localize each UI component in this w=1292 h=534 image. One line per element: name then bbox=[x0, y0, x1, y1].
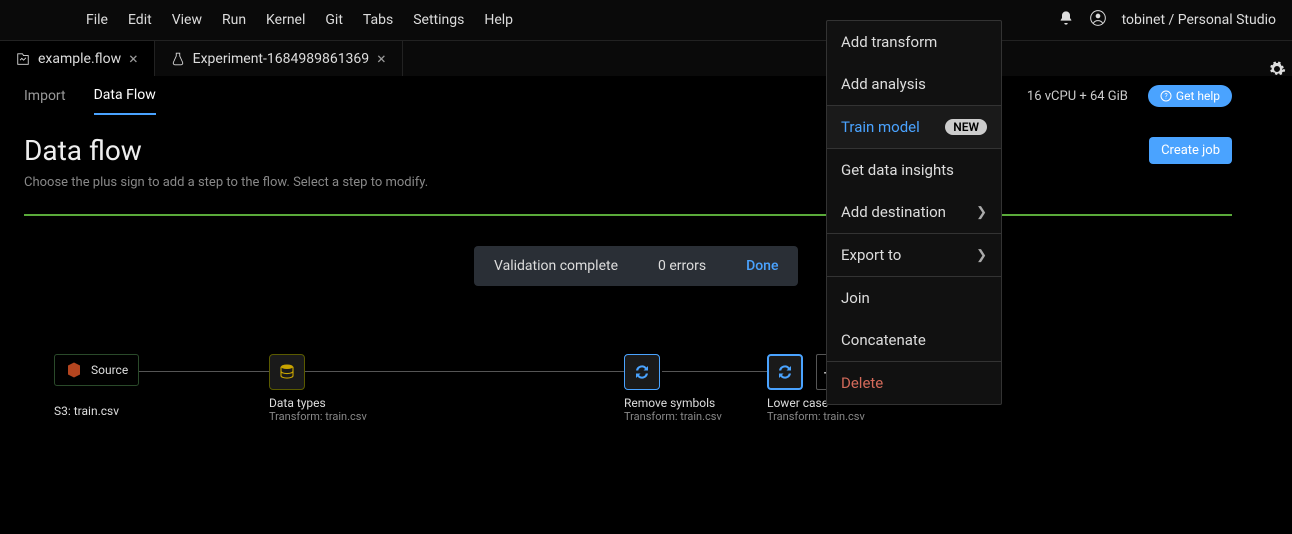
menu-add-analysis[interactable]: Add analysis bbox=[827, 63, 1001, 105]
menu-concatenate[interactable]: Concatenate bbox=[827, 319, 1001, 361]
validation-banner: Validation complete 0 errors Done bbox=[474, 246, 798, 286]
flow-canvas[interactable]: Validation complete 0 errors Done Source… bbox=[24, 214, 1232, 534]
menu-delete[interactable]: Delete bbox=[827, 362, 1001, 404]
menu-edit[interactable]: Edit bbox=[128, 12, 152, 28]
node-datatypes-title: Data types bbox=[269, 396, 367, 410]
flow-file-icon bbox=[16, 52, 30, 66]
file-tabstrip: example.flow × Experiment-1684989861369 … bbox=[0, 40, 1292, 76]
get-help-label: Get help bbox=[1176, 89, 1220, 103]
notifications-icon[interactable] bbox=[1058, 10, 1074, 30]
create-job-button[interactable]: Create job bbox=[1149, 137, 1232, 164]
database-icon bbox=[278, 363, 296, 381]
node-context-menu: Add transform Add analysis Train model N… bbox=[826, 20, 1002, 405]
menu-run[interactable]: Run bbox=[222, 12, 246, 28]
validation-done-link[interactable]: Done bbox=[746, 258, 778, 274]
chevron-right-icon: ❯ bbox=[976, 205, 987, 220]
menu-get-insights[interactable]: Get data insights bbox=[827, 149, 1001, 191]
tab-label: example.flow bbox=[38, 51, 121, 67]
main-panel: Import Data Flow 16 vCPU + 64 GiB ? Get … bbox=[0, 76, 1256, 534]
page-title: Data flow bbox=[24, 134, 142, 167]
s3-icon bbox=[65, 361, 83, 379]
node-datatypes-sub: Transform: train.csv bbox=[269, 410, 367, 423]
top-menubar: File Edit View Run Kernel Git Tabs Setti… bbox=[0, 0, 1292, 40]
new-badge: NEW bbox=[945, 119, 987, 135]
menu-settings[interactable]: Settings bbox=[413, 12, 464, 28]
get-help-button[interactable]: ? Get help bbox=[1148, 85, 1232, 107]
edge bbox=[134, 371, 269, 372]
node-remove-symbols[interactable]: Remove symbols Transform: train.csv bbox=[624, 354, 722, 423]
svg-text:?: ? bbox=[1164, 93, 1168, 101]
transform-icon bbox=[633, 363, 651, 381]
node-remove-title: Remove symbols bbox=[624, 396, 722, 410]
node-datatypes[interactable]: Data types Transform: train.csv bbox=[269, 354, 367, 423]
menu-join[interactable]: Join bbox=[827, 277, 1001, 319]
user-label[interactable]: tobinet / Personal Studio bbox=[1122, 12, 1276, 28]
page-subtitle: Choose the plus sign to add a step to th… bbox=[24, 175, 1232, 190]
node-source-title: S3: train.csv bbox=[54, 404, 139, 418]
tab-example-flow[interactable]: example.flow × bbox=[0, 41, 155, 76]
chevron-right-icon: ❯ bbox=[976, 248, 987, 263]
node-source[interactable]: Source S3: train.csv bbox=[54, 354, 139, 418]
menu-git[interactable]: Git bbox=[325, 12, 343, 28]
subtab-bar: Import Data Flow 16 vCPU + 64 GiB ? Get … bbox=[24, 76, 1232, 116]
node-remove-sub: Transform: train.csv bbox=[624, 410, 722, 423]
validation-status: Validation complete bbox=[494, 258, 618, 274]
help-icon: ? bbox=[1160, 90, 1172, 102]
menu-help[interactable]: Help bbox=[484, 12, 513, 28]
menu-file[interactable]: File bbox=[86, 12, 108, 28]
flask-icon bbox=[171, 52, 185, 66]
menu-train-model[interactable]: Train model NEW bbox=[827, 106, 1001, 148]
menu-view[interactable]: View bbox=[172, 12, 202, 28]
validation-errors: 0 errors bbox=[658, 258, 706, 274]
subtab-dataflow[interactable]: Data Flow bbox=[94, 77, 156, 115]
close-icon[interactable]: × bbox=[377, 49, 386, 68]
tab-label: Experiment-1684989861369 bbox=[193, 51, 370, 67]
menu-kernel[interactable]: Kernel bbox=[266, 12, 305, 28]
transform-icon bbox=[776, 363, 794, 381]
close-icon[interactable]: × bbox=[129, 49, 138, 68]
resource-label: 16 vCPU + 64 GiB bbox=[1027, 89, 1128, 104]
main-menu: File Edit View Run Kernel Git Tabs Setti… bbox=[86, 12, 513, 28]
subtab-import[interactable]: Import bbox=[24, 78, 66, 114]
node-lower-sub: Transform: train.csv bbox=[767, 410, 865, 423]
menu-tabs[interactable]: Tabs bbox=[363, 12, 393, 28]
tab-experiment[interactable]: Experiment-1684989861369 × bbox=[155, 41, 403, 76]
settings-gear-icon[interactable] bbox=[1268, 60, 1286, 82]
node-source-label: Source bbox=[91, 363, 128, 377]
menu-add-destination[interactable]: Add destination ❯ bbox=[827, 191, 1001, 233]
menu-add-transform[interactable]: Add transform bbox=[827, 21, 1001, 63]
user-icon[interactable] bbox=[1090, 10, 1106, 30]
menu-export-to[interactable]: Export to ❯ bbox=[827, 234, 1001, 276]
